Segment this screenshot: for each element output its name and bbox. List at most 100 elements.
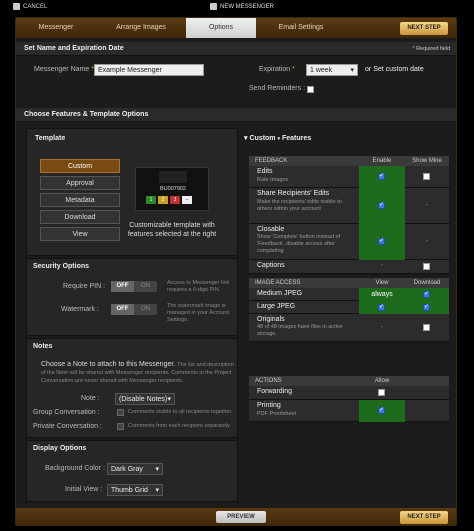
medium-view-always: always — [359, 288, 405, 301]
edits-showmine-checkbox[interactable] — [423, 173, 430, 180]
preview-buttons: 1 2 3 – — [146, 196, 192, 204]
background-color-select[interactable]: Dark Gray ▾ — [107, 463, 163, 475]
toggle-off: OFF — [111, 304, 134, 315]
feature-row-medium: Medium JPEG always — [249, 288, 449, 301]
expiration-label: Expiration * — [259, 66, 295, 73]
template-preview: BU007902 1 2 3 – — [135, 167, 209, 211]
private-conversation-checkbox[interactable] — [117, 423, 124, 430]
chevron-down-icon: ▾ — [350, 67, 354, 74]
initial-view-select[interactable]: Thumb Grid ▾ — [107, 484, 163, 496]
tab-email-settings[interactable]: Email Settings — [256, 18, 346, 38]
share-showmine-dash: - — [425, 202, 429, 209]
security-panel: Security Options Require PIN : OFF ON Acc… — [26, 258, 238, 336]
template-title: Template — [35, 135, 66, 142]
expiration-value: 1 week — [310, 67, 333, 74]
tab-messenger[interactable]: Messenger — [16, 18, 96, 38]
enable-head: Enable — [372, 158, 392, 164]
closable-showmine-dash: - — [425, 238, 429, 245]
section-title: Choose Features & Template Options — [24, 111, 149, 118]
preview-code: BU007902 — [160, 186, 186, 192]
template-custom-button[interactable]: Custom — [40, 159, 120, 173]
section-features: Choose Features & Template Options — [16, 108, 456, 122]
feedback-head-label: FEEDBACK — [255, 158, 288, 164]
cancel-label: CANCEL — [23, 3, 48, 10]
preview-btn-3: 3 — [170, 196, 180, 204]
set-custom-date-link[interactable]: Set custom date — [373, 66, 424, 73]
toggle-off: OFF — [111, 281, 134, 292]
medium-download-checkbox[interactable] — [423, 290, 430, 298]
group-conversation-checkbox[interactable] — [117, 409, 124, 416]
features-title-custom: Custom — [249, 135, 276, 142]
large-label: Large JPEG — [257, 303, 296, 310]
preview-btn-minus: – — [182, 196, 192, 204]
enable-cell — [359, 166, 405, 188]
download-head: Download — [413, 280, 441, 286]
actions-header: ACTIONS Allow — [249, 376, 449, 386]
top-bar: CANCEL NEW MESSENGER — [0, 0, 474, 14]
template-download-button[interactable]: Download — [40, 210, 120, 224]
notes-intro: Choose a Note to attach to this Messenge… — [41, 361, 235, 385]
edits-enable-checkbox[interactable] — [378, 172, 385, 180]
view-head: View — [375, 280, 389, 286]
cancel-link[interactable]: CANCEL — [13, 3, 47, 10]
note-select[interactable]: (Disable Notes) ▾ — [115, 393, 175, 405]
captions-label: Captions — [257, 262, 285, 269]
custom-date-option[interactable]: or Set custom date — [365, 66, 424, 73]
section-name-expiration: Set Name and Expiration Date * Required … — [16, 42, 456, 56]
close-icon — [13, 3, 20, 10]
originals-view-dash: - — [380, 324, 384, 331]
originals-download-checkbox[interactable] — [423, 324, 430, 331]
require-pin-toggle[interactable]: OFF ON — [111, 281, 157, 292]
display-panel: Display Options Background Color : Dark … — [26, 440, 238, 502]
features-title: ▾ Custom ▾ Features — [244, 135, 312, 142]
feature-row-captions: Captions - — [249, 260, 449, 274]
originals-label: Originals — [257, 316, 285, 323]
send-reminders-label: Send Reminders : — [249, 85, 306, 92]
window-title-label: NEW MESSENGER — [220, 3, 275, 10]
printing-label: Printing — [257, 402, 281, 409]
template-metadata-button[interactable]: Metadata — [40, 193, 120, 207]
watermark-toggle[interactable]: OFF ON — [111, 304, 157, 315]
next-step-button[interactable]: NEXT STEP — [400, 22, 448, 35]
download-cell — [405, 288, 449, 301]
forwarding-checkbox[interactable] — [378, 389, 385, 396]
share-desc: Make the recipients' edits visible to ot… — [257, 199, 342, 212]
required-note: * Required field — [412, 46, 450, 52]
printing-checkbox[interactable] — [378, 406, 385, 414]
large-download-checkbox[interactable] — [423, 303, 430, 311]
template-caption: Customizable template with features sele… — [127, 222, 217, 238]
require-pin-note: Access to Messenger link requires a 6-di… — [167, 280, 230, 293]
template-view-button[interactable]: View — [40, 227, 120, 241]
display-title: Display Options — [33, 445, 87, 452]
image-access-header: IMAGE ACCESS View Download — [249, 278, 449, 288]
next-step-button-bottom[interactable]: NEXT STEP — [400, 511, 448, 524]
background-color-value: Dark Gray — [111, 466, 143, 473]
chevron-down-icon: ▾ — [155, 466, 159, 473]
enable-cell — [359, 188, 405, 224]
background-color-label: Background Color : — [45, 465, 105, 472]
edits-desc: Rate Images — [257, 177, 289, 183]
tab-options[interactable]: Options — [186, 18, 256, 38]
preview-button[interactable]: PREVIEW — [216, 511, 266, 523]
medium-label: Medium JPEG — [257, 290, 303, 297]
feedback-header: FEEDBACK Enable Show Mine — [249, 156, 449, 166]
view-cell — [359, 301, 405, 314]
feature-row-forwarding: Forwarding — [249, 386, 449, 400]
group-conversation-note: Comments visible to all recipients toget… — [128, 409, 233, 415]
initial-view-value: Thumb Grid — [111, 487, 148, 494]
bottom-bar: PREVIEW NEXT STEP — [16, 508, 456, 526]
notes-title: Notes — [33, 343, 53, 350]
closable-enable-checkbox[interactable] — [378, 237, 385, 245]
share-enable-checkbox[interactable] — [378, 201, 385, 209]
enable-cell — [359, 224, 405, 260]
chevron-down-icon: ▾ — [155, 487, 159, 494]
preview-btn-2: 2 — [158, 196, 168, 204]
send-reminders-checkbox[interactable] — [307, 86, 314, 93]
expiration-select[interactable]: 1 week ▾ — [306, 64, 358, 76]
captions-enable-dash: - — [380, 262, 384, 269]
tab-arrange-images[interactable]: Arrange Images — [96, 18, 186, 38]
messenger-name-input[interactable]: Example Messenger — [94, 64, 204, 76]
captions-showmine-checkbox[interactable] — [423, 263, 430, 270]
template-approval-button[interactable]: Approval — [40, 176, 120, 190]
large-view-checkbox[interactable] — [378, 303, 385, 311]
